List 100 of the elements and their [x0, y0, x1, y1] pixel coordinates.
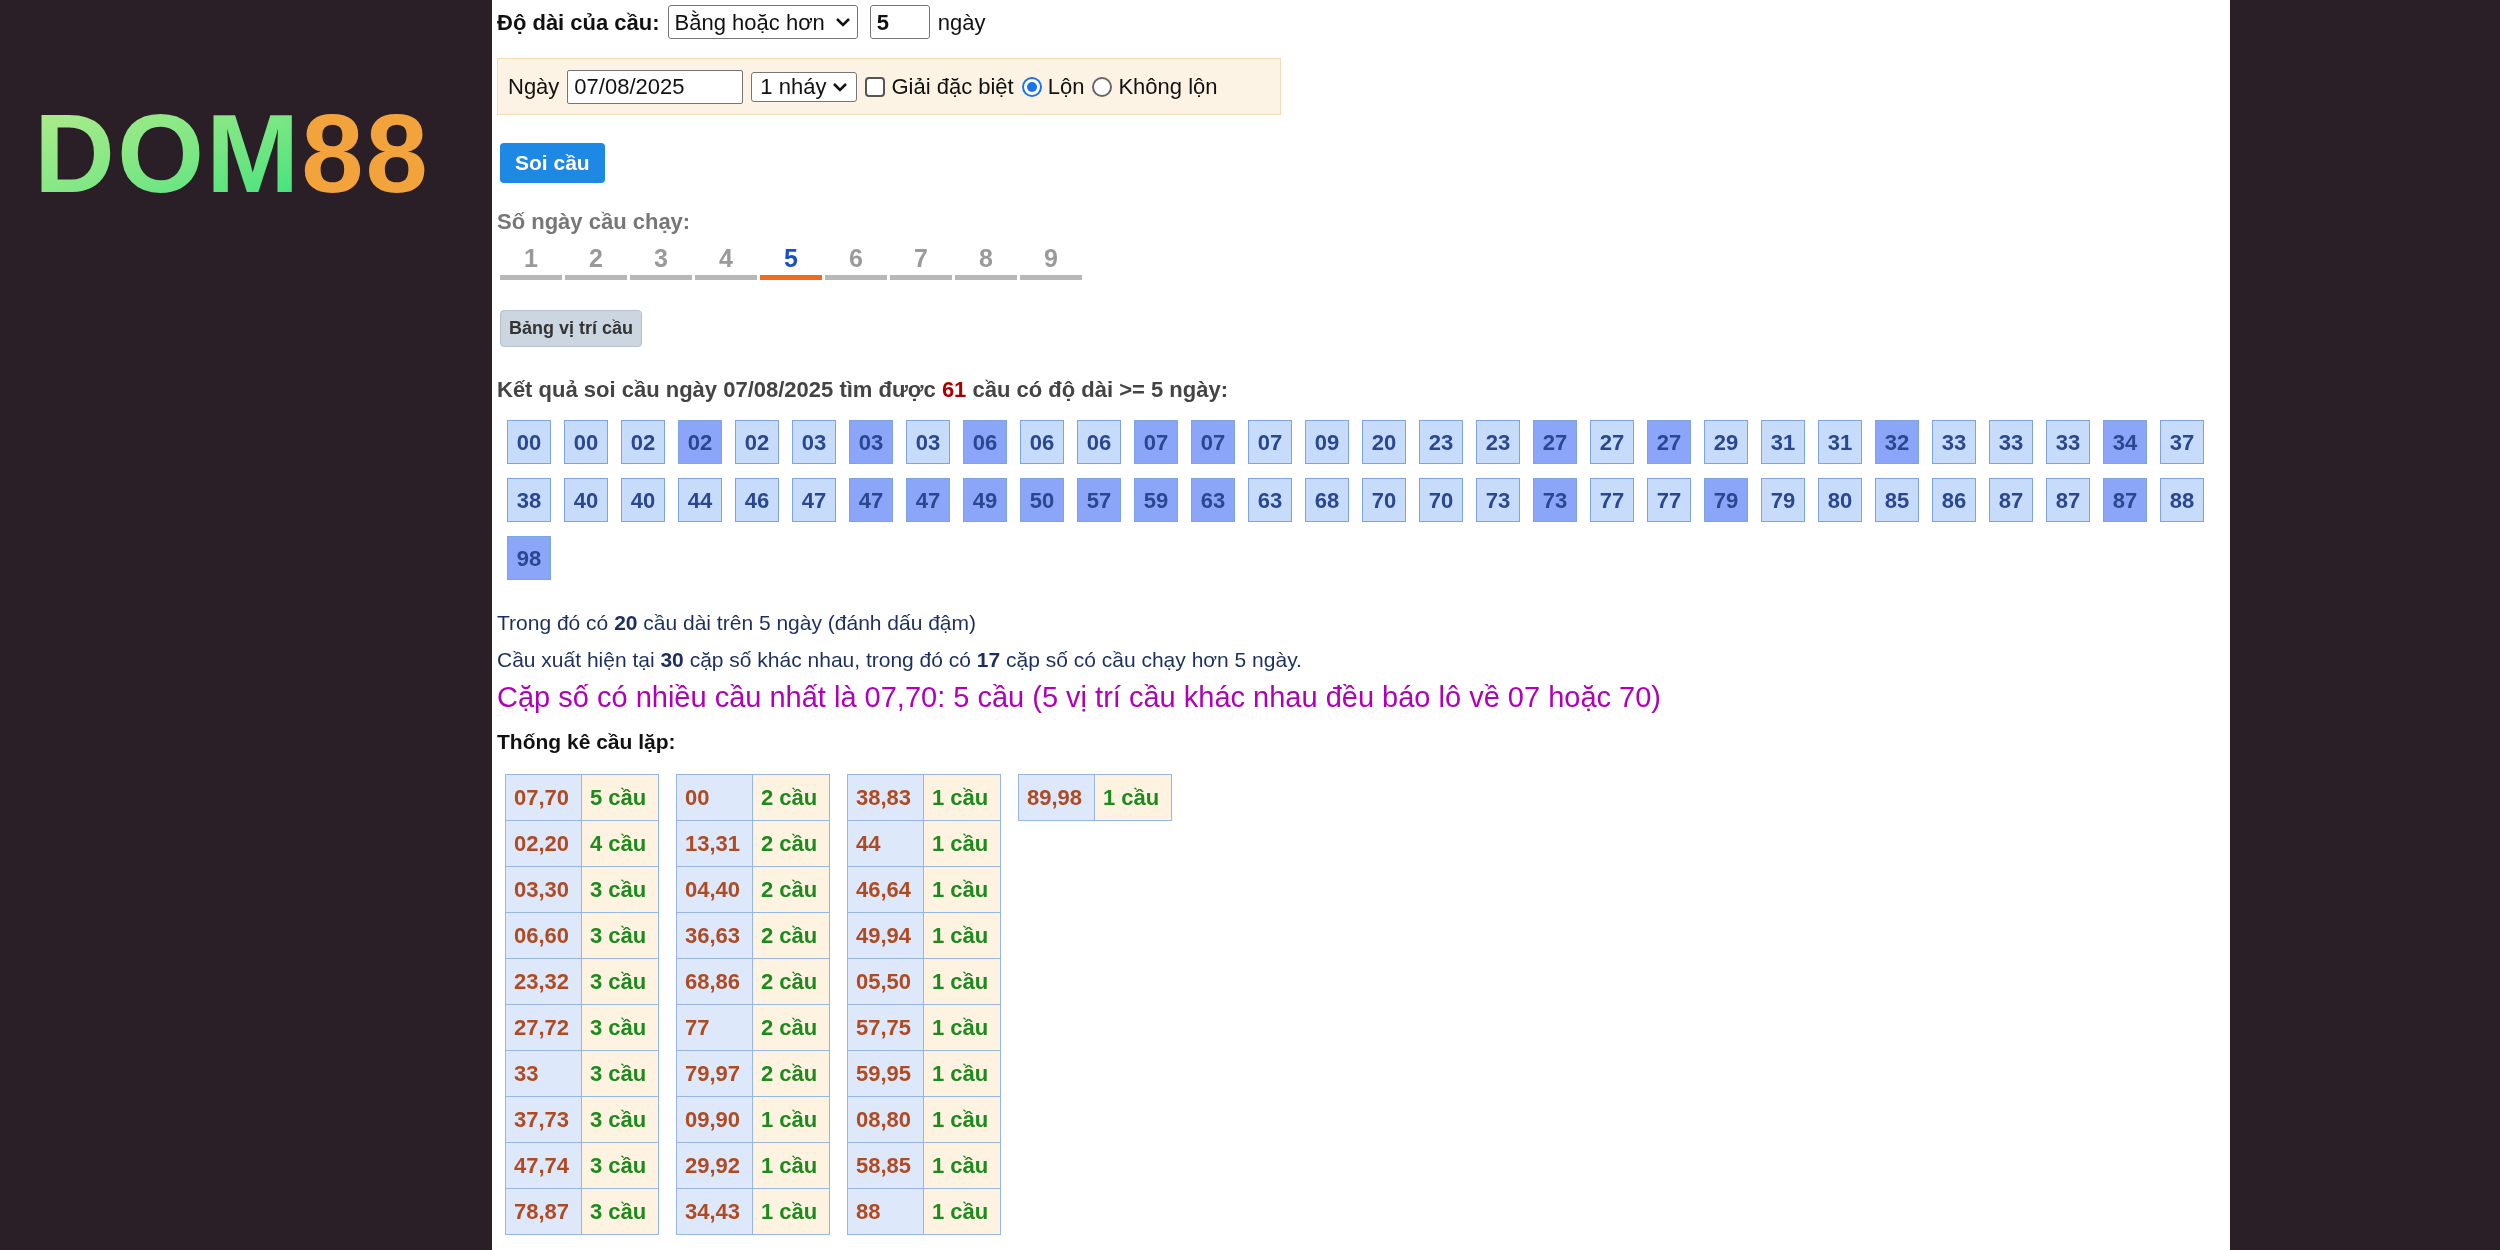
- number-chip: 73: [1533, 478, 1577, 522]
- number-chip: 87: [2046, 478, 2090, 522]
- pair-cell: 09,90: [676, 1096, 753, 1142]
- number-chip: 79: [1761, 478, 1805, 522]
- number-chip: 27: [1533, 420, 1577, 464]
- count-cell: 1 cầu: [923, 958, 1001, 1004]
- day-tab[interactable]: 3: [630, 242, 692, 280]
- number-chip: 80: [1818, 478, 1862, 522]
- number-chip: 49: [963, 478, 1007, 522]
- number-chip: 07: [1191, 420, 1235, 464]
- count-cell: 3 cầu: [581, 1096, 659, 1142]
- pair-cell: 04,40: [676, 866, 753, 912]
- count-cell: 1 cầu: [923, 1004, 1001, 1050]
- day-tab[interactable]: 1: [500, 242, 562, 280]
- length-mode-select[interactable]: Bằng hoặc hơn: [667, 5, 858, 39]
- number-chip: 40: [621, 478, 665, 522]
- number-chip: 27: [1647, 420, 1691, 464]
- count-cell: 1 cầu: [923, 912, 1001, 958]
- count-cell: 2 cầu: [752, 1004, 830, 1050]
- number-chip: 27: [1590, 420, 1634, 464]
- count-cell: 1 cầu: [752, 1142, 830, 1188]
- count-cell: 1 cầu: [923, 1096, 1001, 1142]
- pair-cell: 89,98: [1018, 774, 1095, 820]
- pair-cell: 44: [847, 820, 924, 866]
- date-input[interactable]: 07/08/2025: [567, 69, 744, 104]
- count-cell: 1 cầu: [923, 820, 1001, 866]
- count-cell: 2 cầu: [752, 912, 830, 958]
- checkbox-label: Giải đặc biệt: [891, 73, 1014, 101]
- pair-cell: 13,31: [676, 820, 753, 866]
- pair-cell: 07,70: [505, 774, 582, 820]
- pair-cell: 27,72: [505, 1004, 582, 1050]
- count-cell: 1 cầu: [923, 1188, 1001, 1234]
- number-chip: 31: [1761, 420, 1805, 464]
- number-chip: 85: [1875, 478, 1919, 522]
- pair-cell: 77: [676, 1004, 753, 1050]
- pair-cell: 02,20: [505, 820, 582, 866]
- number-chip: 03: [849, 420, 893, 464]
- number-chip: 06: [1077, 420, 1121, 464]
- number-chip: 20: [1362, 420, 1406, 464]
- count-cell: 2 cầu: [752, 958, 830, 1004]
- pair-cell: 29,92: [676, 1142, 753, 1188]
- number-chip: 86: [1932, 478, 1976, 522]
- length-label: Độ dài của cầu:: [497, 8, 660, 37]
- day-tab[interactable]: 4: [695, 242, 757, 280]
- days-input[interactable]: 5: [869, 5, 930, 39]
- position-table-button[interactable]: Bảng vị trí cầu: [500, 310, 643, 347]
- radio-button[interactable]: [1092, 76, 1113, 97]
- day-tab[interactable]: 2: [565, 242, 627, 280]
- search-button[interactable]: Soi cầu: [500, 143, 605, 183]
- number-chip: 32: [1875, 420, 1919, 464]
- radio-button[interactable]: [1021, 76, 1042, 97]
- pair-cell: 88: [847, 1188, 924, 1234]
- number-chip: 47: [849, 478, 893, 522]
- pair-cell: 78,87: [505, 1188, 582, 1234]
- number-chip: 03: [792, 420, 836, 464]
- number-chip: 47: [906, 478, 950, 522]
- pair-cell: 49,94: [847, 912, 924, 958]
- number-chip: 33: [1932, 420, 1976, 464]
- day-tab[interactable]: 9: [1020, 242, 1082, 280]
- number-chip: 77: [1647, 478, 1691, 522]
- day-tab[interactable]: 6: [825, 242, 887, 280]
- pair-cell: 37,73: [505, 1096, 582, 1142]
- count-cell: 3 cầu: [581, 1188, 659, 1234]
- pair-cell: 46,64: [847, 866, 924, 912]
- number-chip: 33: [1989, 420, 2033, 464]
- count-cell: 1 cầu: [923, 866, 1001, 912]
- number-chip: 77: [1590, 478, 1634, 522]
- day-tab[interactable]: 7: [890, 242, 952, 280]
- number-chip: 87: [1989, 478, 2033, 522]
- count-cell: 1 cầu: [923, 774, 1001, 820]
- pair-cell: 47,74: [505, 1142, 582, 1188]
- count-select[interactable]: 1 nháy: [751, 71, 858, 102]
- count-cell: 3 cầu: [581, 958, 659, 1004]
- day-tab[interactable]: 8: [955, 242, 1017, 280]
- count-cell: 5 cầu: [581, 774, 659, 820]
- number-chip: 06: [963, 420, 1007, 464]
- pair-cell: 06,60: [505, 912, 582, 958]
- top-pair-note: Cặp số có nhiều cầu nhất là 07,70: 5 cầu (5 vị trí cầu khác nhau đều báo lô về 07 hoặc 70): [497, 680, 1662, 715]
- number-chip: 38: [507, 478, 551, 522]
- number-chip: 40: [564, 478, 608, 522]
- pair-cell: 79,97: [676, 1050, 753, 1096]
- number-chip: 06: [1020, 420, 1064, 464]
- number-chip: 87: [2103, 478, 2147, 522]
- radio-label: Không lộn: [1118, 73, 1218, 101]
- number-chip: 02: [678, 420, 722, 464]
- count-cell: 2 cầu: [752, 1050, 830, 1096]
- pair-cell: 38,83: [847, 774, 924, 820]
- number-chip: 23: [1419, 420, 1463, 464]
- number-chip: 07: [1134, 420, 1178, 464]
- result-note: Cầu xuất hiện tại 30 cặp số khác nhau, trong đó có 17 cặp số có cầu chạy hơn 5 ngày.: [497, 647, 1303, 673]
- pair-cell: 23,32: [505, 958, 582, 1004]
- pair-cell: 58,85: [847, 1142, 924, 1188]
- day-tab[interactable]: 5: [760, 242, 822, 280]
- number-chip: 70: [1419, 478, 1463, 522]
- count-cell: 2 cầu: [752, 866, 830, 912]
- checkbox[interactable]: [865, 76, 886, 97]
- number-chip: 37: [2160, 420, 2204, 464]
- pair-cell: 57,75: [847, 1004, 924, 1050]
- pair-cell: 68,86: [676, 958, 753, 1004]
- number-chip: 00: [507, 420, 551, 464]
